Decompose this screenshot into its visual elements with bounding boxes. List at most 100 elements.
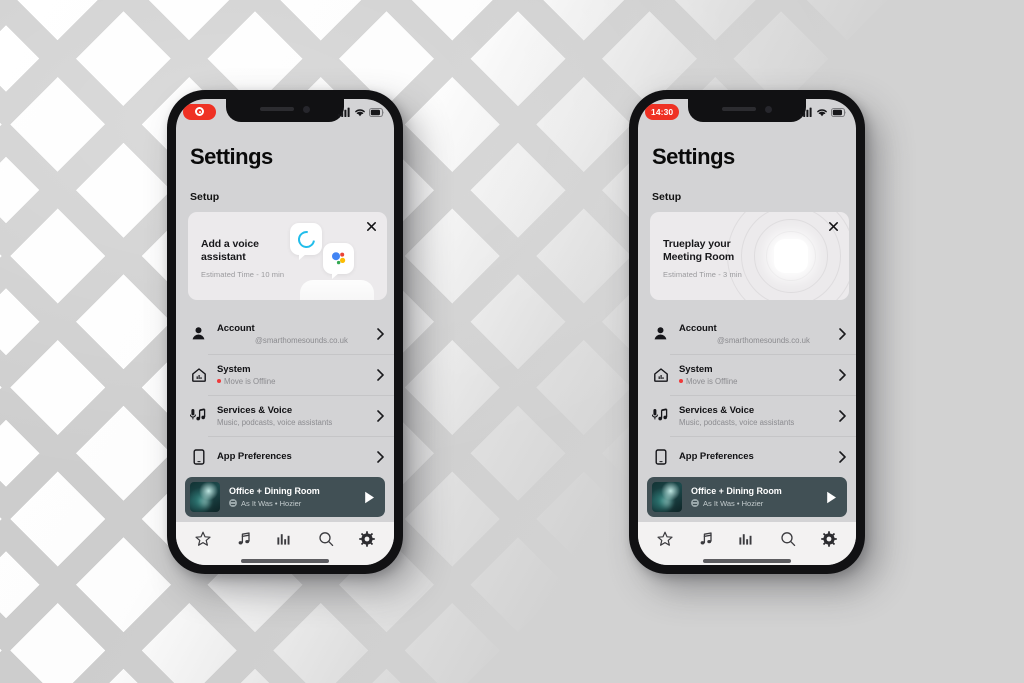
row-subtitle: @smarthomesounds.co.uk: [217, 336, 370, 345]
tab-rooms[interactable]: [272, 526, 298, 552]
settings-list-right: Account @smarthomesounds.co.uk System Mo…: [638, 313, 856, 477]
search-icon: [781, 532, 796, 547]
row-body: App Preferences: [671, 451, 832, 462]
home-system-icon: [650, 367, 671, 383]
home-indicator[interactable]: [703, 559, 791, 563]
close-icon[interactable]: [364, 219, 379, 234]
setup-card-subtitle: Estimated Time - 10 min: [201, 270, 285, 280]
record-dot-icon: [195, 107, 204, 116]
now-playing-bar[interactable]: Office + Dining Room As It Was • Hozier: [647, 477, 847, 517]
row-title: System: [679, 363, 713, 375]
phone-screen-right: 14:30 Settings Setup Trueplay your Meeti…: [638, 99, 856, 565]
chevron-right-icon: [370, 409, 384, 422]
page-title: Settings: [190, 144, 273, 169]
chevron-right-icon: [370, 450, 384, 463]
now-playing-room: Office + Dining Room: [229, 486, 320, 497]
setup-card-text: Add a voice assistant Estimated Time - 1…: [188, 212, 300, 279]
status-badge-offline-icon: [217, 379, 221, 383]
tab-browse[interactable]: [693, 526, 719, 552]
time-indicator-pill[interactable]: 14:30: [645, 103, 680, 120]
music-note-icon: [700, 532, 712, 545]
search-icon: [319, 532, 334, 547]
screen-content-left: Settings Setup Add a voice assistant Est…: [176, 124, 394, 565]
now-playing-bar[interactable]: Office + Dining Room As It Was • Hozier: [185, 477, 385, 517]
sidebar-item-account[interactable]: Account @smarthomesounds.co.uk: [176, 313, 394, 354]
now-playing-track: As It Was • Hozier: [241, 498, 302, 508]
sonos-source-icon: [691, 499, 699, 508]
home-indicator-area: [176, 556, 394, 565]
row-subtitle-text: Move is Offline: [224, 376, 276, 386]
row-title: App Preferences: [217, 451, 292, 462]
tab-settings[interactable]: [354, 526, 380, 552]
row-subtitle-text: @smarthomesounds.co.uk: [255, 335, 348, 345]
home-system-icon: [188, 367, 209, 383]
star-icon: [194, 531, 211, 546]
chevron-right-icon: [370, 327, 384, 340]
sidebar-item-account[interactable]: Account @smarthomesounds.co.uk: [638, 313, 856, 354]
tab-browse[interactable]: [231, 526, 257, 552]
play-button[interactable]: [824, 491, 838, 504]
row-subtitle-text: Music, podcasts, voice assistants: [217, 417, 333, 427]
row-body: System Move is Offline: [209, 364, 370, 386]
tab-favourites[interactable]: [652, 526, 678, 552]
row-subtitle: Move is Offline: [679, 377, 832, 386]
setup-card-text: Trueplay your Meeting Room Estimated Tim…: [650, 212, 762, 279]
status-bar-left: [176, 99, 394, 124]
tab-bar-right[interactable]: [638, 522, 856, 556]
sidebar-item-system[interactable]: System Move is Offline: [638, 354, 856, 395]
play-icon: [364, 491, 374, 503]
setup-card-trueplay[interactable]: Trueplay your Meeting Room Estimated Tim…: [650, 212, 849, 300]
row-body: App Preferences: [209, 451, 370, 462]
sonos-source-icon: [229, 499, 237, 508]
setup-card-subtitle: Estimated Time - 3 min: [663, 270, 742, 280]
now-playing-track: As It Was • Hozier: [703, 498, 764, 508]
row-title: Account: [679, 322, 717, 334]
setup-card-voice-assistant[interactable]: Add a voice assistant Estimated Time - 1…: [188, 212, 387, 300]
row-subtitle: @smarthomesounds.co.uk: [679, 336, 832, 345]
home-indicator-area: [638, 556, 856, 565]
tab-settings[interactable]: [816, 526, 842, 552]
now-playing-room: Office + Dining Room: [691, 486, 782, 497]
equalizer-icon: [739, 534, 752, 545]
tab-rooms[interactable]: [734, 526, 760, 552]
row-body: Account @smarthomesounds.co.uk: [671, 323, 832, 345]
sidebar-item-app-preferences[interactable]: App Preferences: [638, 436, 856, 477]
row-title: Account: [217, 322, 255, 334]
tab-search[interactable]: [775, 526, 801, 552]
sidebar-item-app-preferences[interactable]: App Preferences: [176, 436, 394, 477]
page-title: Settings: [652, 144, 735, 169]
phone-icon: [650, 448, 671, 465]
chevron-right-icon: [832, 368, 846, 381]
cellular-icon: [338, 107, 350, 117]
album-art: [190, 482, 220, 512]
sidebar-item-services-voice[interactable]: Services & Voice Music, podcasts, voice …: [638, 395, 856, 436]
now-playing-track-line: As It Was • Hozier: [229, 499, 362, 508]
row-subtitle-text: Move is Offline: [686, 376, 738, 386]
home-indicator[interactable]: [241, 559, 329, 563]
trueplay-center-device: [774, 239, 808, 273]
battery-icon: [831, 108, 846, 117]
setup-carousel-right[interactable]: Trueplay your Meeting Room Estimated Tim…: [638, 212, 856, 300]
setup-carousel-left[interactable]: Add a voice assistant Estimated Time - 1…: [176, 212, 394, 300]
tab-search[interactable]: [313, 526, 339, 552]
sidebar-item-system[interactable]: System Move is Offline: [176, 354, 394, 395]
status-badge-offline-icon: [679, 379, 683, 383]
screenshot-stage: Settings Setup Add a voice assistant Est…: [0, 0, 1024, 683]
row-subtitle: Move is Offline: [217, 377, 370, 386]
close-icon[interactable]: [826, 219, 841, 234]
row-subtitle: Music, podcasts, voice assistants: [217, 418, 370, 427]
row-subtitle-text: Music, podcasts, voice assistants: [679, 417, 795, 427]
sidebar-item-services-voice[interactable]: Services & Voice Music, podcasts, voice …: [176, 395, 394, 436]
row-title: Services & Voice: [217, 404, 293, 416]
play-button[interactable]: [362, 491, 376, 504]
row-body: System Move is Offline: [671, 364, 832, 386]
status-icons-right: [800, 106, 847, 117]
speaker-illustration: [300, 280, 374, 300]
recording-indicator-pill[interactable]: [183, 103, 216, 120]
chevron-right-icon: [370, 368, 384, 381]
chevron-right-icon: [832, 327, 846, 340]
voice-music-icon: [188, 407, 209, 424]
tab-favourites[interactable]: [190, 526, 216, 552]
tab-bar-left[interactable]: [176, 522, 394, 556]
chevron-right-icon: [832, 409, 846, 422]
